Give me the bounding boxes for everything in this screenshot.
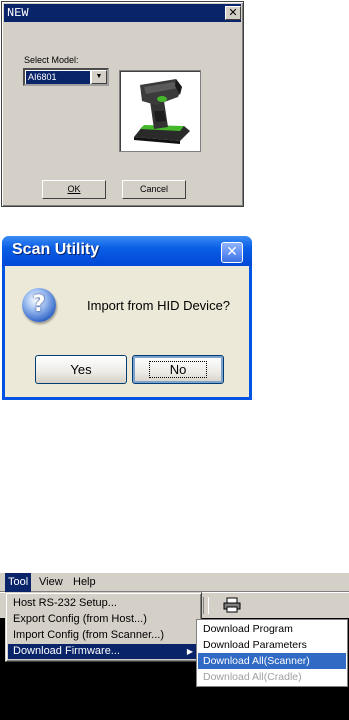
submenu-item-download-parameters[interactable]: Download Parameters	[198, 637, 346, 653]
menu-item-import-config[interactable]: Import Config (from Scanner...)	[8, 628, 199, 643]
menu-item-host-rs232-setup[interactable]: Host RS-232 Setup...	[8, 596, 199, 611]
ok-button[interactable]: OK	[42, 180, 106, 199]
ok-button-label: OK	[67, 184, 81, 194]
menu-item-download-firmware[interactable]: Download Firmware... ▶	[8, 644, 199, 659]
new-dialog-close-button[interactable]: ✕	[225, 6, 241, 20]
barcode-scanner-icon	[134, 79, 190, 144]
select-model-value: AI6801	[26, 71, 90, 84]
menu-help[interactable]: Help	[70, 573, 99, 592]
cancel-button[interactable]: Cancel	[122, 180, 186, 199]
submenu-item-download-all-scanner[interactable]: Download All(Scanner)	[198, 653, 346, 669]
scan-utility-title: Scan Utility	[12, 241, 100, 258]
import-message: Import from HID Device?	[87, 298, 231, 313]
new-dialog-title: NEW	[4, 4, 241, 22]
toolbar-separator	[203, 597, 209, 614]
menubar: Tool View Help	[0, 573, 349, 592]
scanner-preview-image	[119, 70, 201, 152]
question-icon: ?	[22, 288, 56, 322]
submenu-item-download-program[interactable]: Download Program	[198, 621, 346, 637]
yes-button-label: Yes	[70, 362, 92, 377]
chevron-down-icon[interactable]: ▼	[91, 70, 107, 84]
yes-button[interactable]: Yes	[35, 355, 127, 384]
scan-utility-body: ? Import from HID Device? Yes No	[5, 266, 249, 397]
menu-item-download-firmware-label: Download Firmware...	[13, 645, 120, 657]
printer-icon-svg	[223, 597, 241, 613]
scan-utility-dialog: Scan Utility ✕ ? Import from HID Device?…	[2, 236, 252, 400]
submenu-item-download-all-cradle: Download All(Cradle)	[203, 671, 302, 683]
new-dialog: NEW ✕ Select Model: AI6801 ▼ OK Cancel	[1, 1, 244, 207]
menu-item-export-config[interactable]: Export Config (from Host...)	[8, 612, 199, 627]
cancel-button-label: Cancel	[139, 184, 168, 194]
app-window-menu-panel: Tool View Help Host RS-232 Setup... Expo…	[0, 573, 349, 720]
no-button[interactable]: No	[132, 355, 224, 384]
chevron-right-icon: ▶	[186, 647, 193, 656]
select-model-label: Select Model:	[24, 55, 79, 65]
select-model-dropdown[interactable]: AI6801 ▼	[23, 68, 109, 86]
scan-utility-close-button[interactable]: ✕	[221, 242, 243, 263]
menu-tool[interactable]: Tool	[5, 573, 32, 592]
menu-view[interactable]: View	[36, 573, 66, 592]
no-button-label: No	[148, 361, 208, 378]
tool-menu-dropdown: Host RS-232 Setup... Export Config (from…	[5, 592, 202, 662]
printer-icon[interactable]	[223, 597, 241, 613]
download-firmware-submenu: Download Program Download Parameters Dow…	[196, 619, 348, 687]
